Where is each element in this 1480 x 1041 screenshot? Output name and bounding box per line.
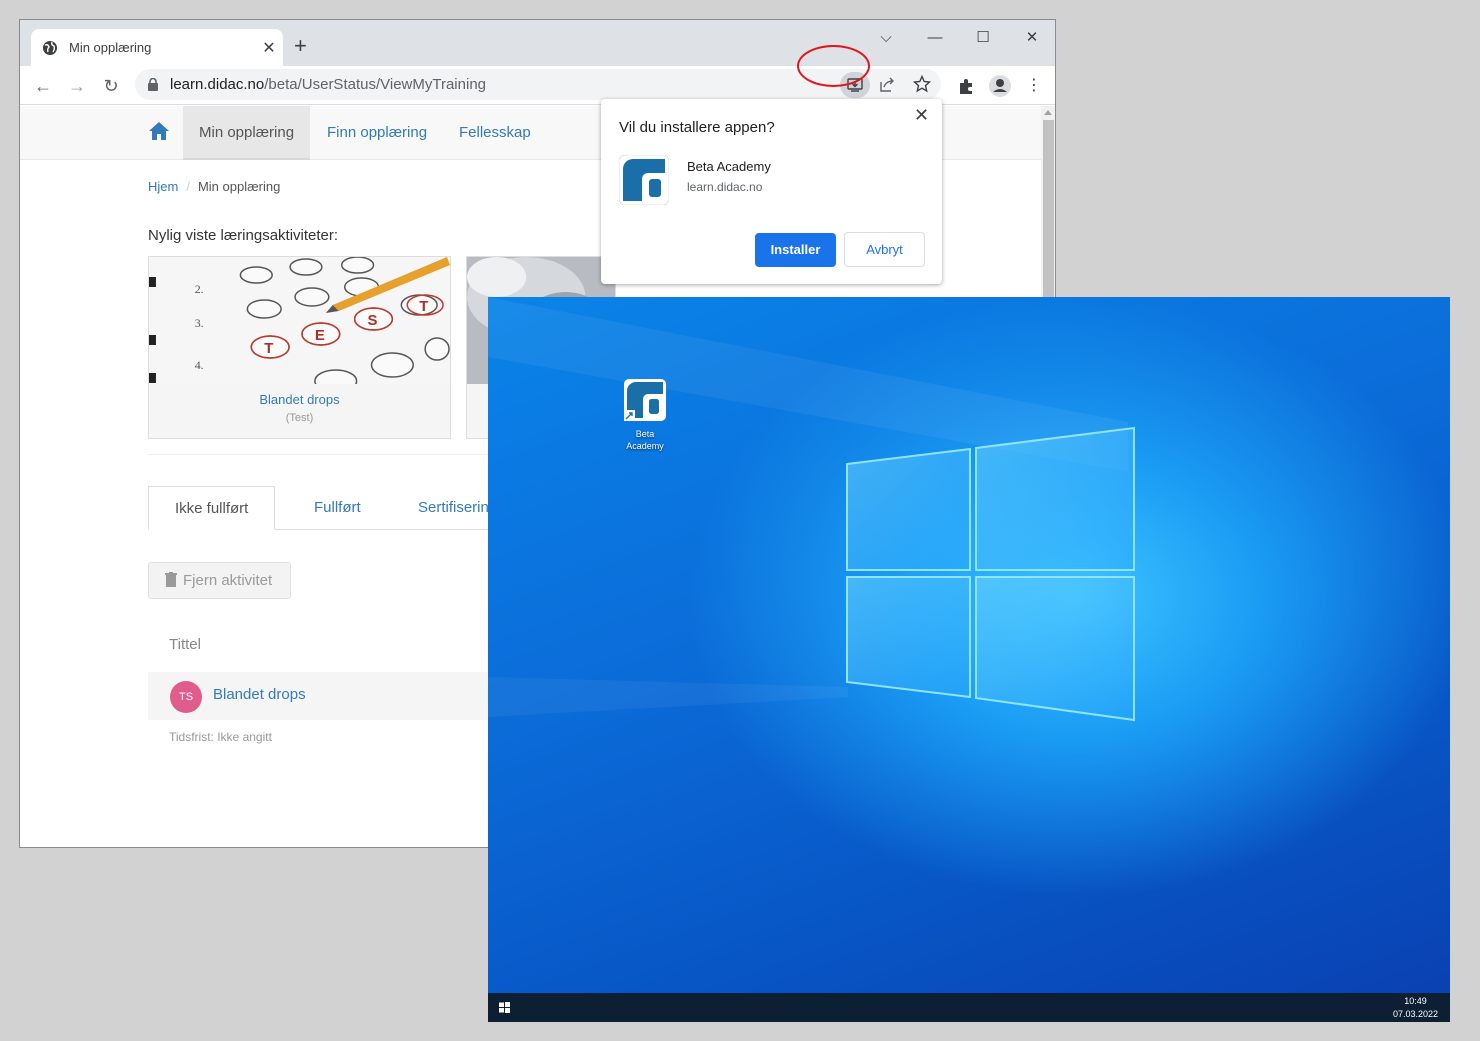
trash-icon: [165, 572, 177, 587]
close-icon[interactable]: ✕: [255, 38, 283, 58]
svg-text:T: T: [264, 340, 273, 357]
svg-text:2.: 2.: [195, 282, 204, 296]
desktop-icon-label: Beta Academy: [626, 429, 664, 451]
scroll-up-icon[interactable]: [1044, 110, 1052, 115]
tab-search-icon[interactable]: ⌵: [863, 26, 909, 50]
tab-title: Min opplæring: [69, 40, 152, 55]
svg-text:3.: 3.: [195, 316, 204, 330]
star-icon[interactable]: [913, 75, 931, 93]
app-logo-icon: [619, 155, 669, 205]
install-app-dialog: Vil du installere appen? ✕ Beta Academy …: [601, 99, 942, 284]
tab-ikke-fullfort[interactable]: Ikke fullført: [148, 486, 276, 530]
globe-icon: [43, 40, 57, 55]
install-button[interactable]: Installer: [755, 233, 836, 267]
remove-activity-label: Fjern aktivitet: [183, 572, 273, 589]
tab-fullfort[interactable]: Fullført: [288, 486, 387, 530]
breadcrumb-current: Min opplæring: [197, 179, 281, 194]
nav-min-opplaering[interactable]: Min opplæring: [183, 106, 311, 160]
scroll-thumb[interactable]: [1043, 120, 1054, 300]
minimize-icon[interactable]: —: [912, 26, 958, 50]
lock-icon: [148, 78, 158, 91]
svg-text:E: E: [315, 327, 325, 344]
column-header-title: Tittel: [169, 636, 201, 653]
avatar: TS: [170, 681, 202, 713]
url-text: learn.didac.no/beta/UserStatus/ViewMyTra…: [170, 76, 486, 93]
profile-icon[interactable]: [987, 73, 1013, 99]
breadcrumb: Hjem / Min opplæring: [148, 179, 281, 194]
maximize-icon[interactable]: ☐: [960, 26, 1006, 50]
forward-icon[interactable]: →: [63, 72, 91, 100]
activity-card[interactable]: T E S T 2. 3. 4. Blandet drops (Test): [148, 256, 451, 439]
test-sheet-image: T E S T 2. 3. 4.: [149, 257, 450, 384]
app-name: Beta Academy: [687, 159, 771, 174]
taskbar: 10:49 07.03.2022: [488, 993, 1450, 1022]
svg-text:S: S: [368, 312, 378, 329]
nav-finn-opplaering[interactable]: Finn opplæring: [311, 106, 443, 160]
close-icon[interactable]: ✕: [914, 105, 929, 126]
svg-text:4.: 4.: [195, 358, 204, 372]
cancel-button[interactable]: Avbryt: [844, 232, 925, 267]
plus-icon[interactable]: +: [294, 34, 307, 58]
svg-text:T: T: [419, 298, 428, 315]
app-logo-icon: [624, 379, 666, 421]
app-url: learn.didac.no: [687, 180, 763, 194]
breadcrumb-home[interactable]: Hjem: [148, 179, 178, 194]
back-icon[interactable]: ←: [29, 72, 57, 100]
card-title[interactable]: Blandet drops: [149, 392, 450, 407]
recent-heading: Nylig viste læringsaktiviteter:: [148, 227, 339, 244]
windows-desktop: Beta Academy 10:49 07.03.2022: [488, 297, 1450, 1022]
home-icon[interactable]: [148, 120, 170, 142]
dialog-title: Vil du installere appen?: [619, 119, 775, 136]
remove-activity-button[interactable]: Fjern aktivitet: [148, 562, 291, 599]
reload-icon[interactable]: ↻: [97, 72, 125, 100]
window-close-icon[interactable]: ✕: [1009, 26, 1055, 50]
row-title-link[interactable]: Blandet drops: [213, 686, 306, 703]
deadline-text: Tidsfrist: Ikke angitt: [169, 730, 272, 744]
taskbar-clock[interactable]: 10:49 07.03.2022: [1393, 995, 1438, 1021]
share-icon[interactable]: [878, 76, 896, 94]
kebab-menu-icon[interactable]: ⋮: [1020, 72, 1048, 100]
title-bar: Min opplæring ✕ + ⌵ — ☐ ✕: [20, 20, 1055, 66]
nav-fellesskap[interactable]: Fellesskap: [443, 106, 547, 160]
windows-start-icon[interactable]: [499, 1002, 510, 1013]
clock-date: 07.03.2022: [1392, 1009, 1438, 1019]
extensions-icon[interactable]: [954, 73, 980, 99]
card-subtitle: (Test): [285, 412, 314, 424]
browser-tab[interactable]: Min opplæring ✕: [31, 29, 283, 66]
highlight-ring: [797, 45, 870, 87]
clock-time: 10:49: [1404, 996, 1427, 1006]
desktop-shortcut-beta-academy[interactable]: Beta Academy: [616, 379, 674, 452]
